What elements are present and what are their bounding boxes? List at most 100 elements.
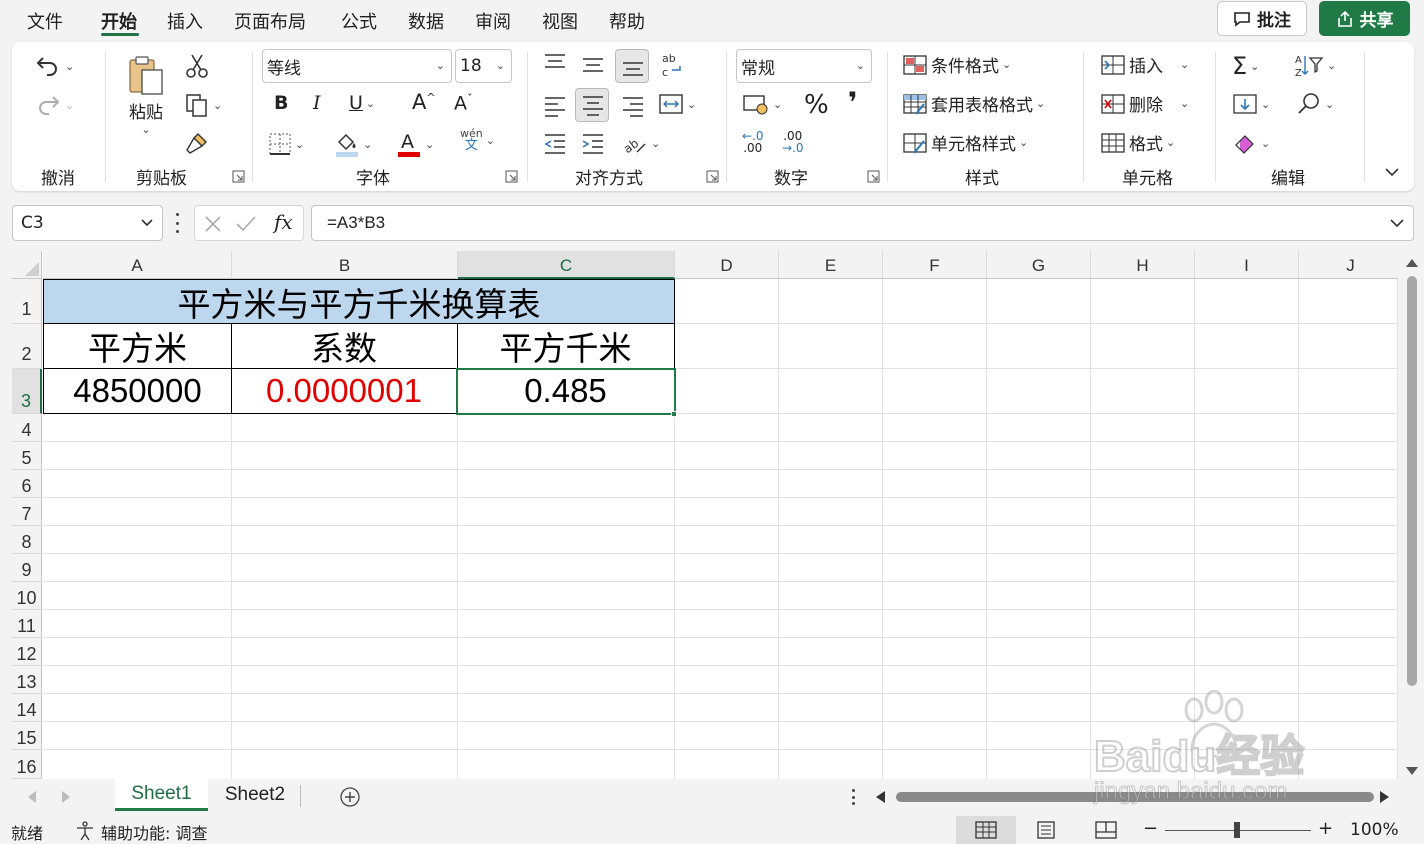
- row-header-7[interactable]: 7: [12, 498, 42, 526]
- insert-cells-button[interactable]: 插入 ⌄: [1100, 52, 1189, 77]
- font-name-select[interactable]: 等线 ⌄: [262, 49, 452, 83]
- row-header-11[interactable]: 11: [12, 610, 42, 638]
- scroll-left-icon[interactable]: [876, 791, 885, 803]
- page-break-view-icon[interactable]: [1095, 821, 1117, 839]
- table-title-cell[interactable]: 平方米与平方千米换算表: [43, 279, 675, 324]
- accounting-format-button[interactable]: ⌄: [742, 92, 782, 116]
- column-header-f[interactable]: F: [883, 251, 987, 279]
- find-select-button[interactable]: ⌄: [1296, 92, 1334, 116]
- increase-decimal-button[interactable]: ←.0 .00: [742, 130, 764, 154]
- sheet-tab-sheet1[interactable]: Sheet1: [115, 779, 208, 811]
- next-sheet-icon[interactable]: [62, 791, 70, 803]
- row-header-6[interactable]: 6: [12, 470, 42, 498]
- redo-button[interactable]: ⌄: [34, 91, 74, 119]
- dialog-launcher-icon[interactable]: [706, 170, 719, 183]
- confirm-icon[interactable]: [235, 214, 257, 234]
- zoom-slider-thumb[interactable]: [1234, 822, 1240, 838]
- paste-button[interactable]: 粘贴 ⌄: [124, 54, 168, 136]
- share-button[interactable]: 共享: [1319, 1, 1410, 36]
- worksheet-grid[interactable]: A B C D E F G H I J 1 2 3 4 5 6 7 8 9 10…: [12, 251, 1398, 779]
- dialog-launcher-icon[interactable]: [232, 170, 245, 183]
- align-right-icon[interactable]: [620, 94, 646, 118]
- orientation-button[interactable]: ab ⌄: [622, 130, 660, 156]
- align-left-icon[interactable]: [542, 94, 568, 118]
- align-bottom-button[interactable]: [615, 49, 649, 83]
- row-header-8[interactable]: 8: [12, 526, 42, 554]
- dialog-launcher-icon[interactable]: [505, 170, 518, 183]
- zoom-in-button[interactable]: +: [1318, 818, 1333, 839]
- vertical-scrollbar[interactable]: [1400, 251, 1424, 779]
- formula-input[interactable]: =A3*B3: [311, 205, 1414, 241]
- italic-button[interactable]: I: [313, 92, 321, 114]
- select-all-corner[interactable]: [12, 251, 42, 279]
- name-box[interactable]: C3: [12, 205, 163, 241]
- underline-button[interactable]: U ⌄: [349, 92, 375, 114]
- tab-page-layout[interactable]: 页面布局: [234, 8, 306, 34]
- tab-view[interactable]: 视图: [542, 8, 578, 34]
- row-header-14[interactable]: 14: [12, 694, 42, 722]
- fill-handle[interactable]: [671, 411, 677, 417]
- column-header-a[interactable]: A: [43, 251, 232, 279]
- copy-button[interactable]: ⌄: [184, 92, 222, 118]
- conditional-format-button[interactable]: 条件格式 ⌄: [902, 52, 1011, 77]
- tab-help[interactable]: 帮助: [609, 8, 645, 34]
- column-header-d[interactable]: D: [675, 251, 779, 279]
- sheet-tab-sheet2[interactable]: Sheet2: [210, 779, 300, 811]
- cancel-icon[interactable]: [203, 214, 223, 234]
- column-header-j[interactable]: J: [1299, 251, 1398, 279]
- merge-center-button[interactable]: ⌄: [658, 92, 696, 116]
- tab-formulas[interactable]: 公式: [341, 8, 377, 34]
- horizontal-scroll-thumb[interactable]: [896, 792, 1374, 802]
- sort-filter-button[interactable]: AZ ⌄: [1294, 52, 1336, 78]
- value-cell-b3[interactable]: 0.0000001: [231, 368, 458, 414]
- expand-formula-icon[interactable]: [1389, 218, 1405, 228]
- percent-button[interactable]: %: [804, 90, 829, 120]
- tab-data[interactable]: 数据: [408, 8, 444, 34]
- row-header-2[interactable]: 2: [12, 324, 42, 369]
- clear-button[interactable]: ⌄: [1232, 130, 1270, 156]
- tab-review[interactable]: 审阅: [475, 8, 511, 34]
- decrease-font-button[interactable]: Aˇ: [454, 92, 473, 114]
- row-header-13[interactable]: 13: [12, 666, 42, 694]
- tab-home[interactable]: 开始: [101, 8, 137, 34]
- column-header-e[interactable]: E: [779, 251, 883, 279]
- scroll-right-icon[interactable]: [1380, 791, 1389, 803]
- increase-font-button[interactable]: A^: [412, 90, 436, 114]
- horizontal-scrollbar[interactable]: [872, 787, 1400, 807]
- comments-button[interactable]: 批注: [1217, 1, 1307, 36]
- accessibility-status[interactable]: 辅助功能: 调查: [101, 820, 207, 844]
- decrease-decimal-button[interactable]: .00 →.0: [782, 130, 804, 154]
- tab-split-grip-icon[interactable]: [852, 789, 856, 805]
- tab-insert[interactable]: 插入: [167, 8, 203, 34]
- row-header-1[interactable]: 1: [12, 279, 42, 324]
- number-format-select[interactable]: 常规 ⌄: [736, 49, 872, 83]
- delete-cells-button[interactable]: 删除 ⌄: [1100, 91, 1189, 116]
- scroll-down-icon[interactable]: [1406, 767, 1418, 775]
- format-painter-button[interactable]: [184, 130, 210, 156]
- row-header-3[interactable]: 3: [12, 369, 42, 414]
- format-as-table-button[interactable]: 套用表格格式 ⌄: [902, 91, 1045, 116]
- zoom-out-button[interactable]: −: [1143, 818, 1158, 839]
- dialog-launcher-icon[interactable]: [867, 170, 880, 183]
- fill-color-button[interactable]: ⌄: [334, 130, 372, 158]
- row-header-9[interactable]: 9: [12, 554, 42, 582]
- row-header-10[interactable]: 10: [12, 582, 42, 610]
- column-header-b[interactable]: B: [232, 251, 458, 279]
- normal-view-button[interactable]: [956, 816, 1016, 844]
- row-header-15[interactable]: 15: [12, 722, 42, 750]
- add-sheet-icon[interactable]: [339, 786, 361, 808]
- undo-button[interactable]: ⌄: [34, 52, 74, 80]
- row-header-5[interactable]: 5: [12, 442, 42, 470]
- column-header-h[interactable]: H: [1091, 251, 1195, 279]
- row-header-16[interactable]: 16: [12, 750, 42, 779]
- cell-styles-button[interactable]: 单元格样式 ⌄: [902, 130, 1028, 155]
- format-cells-button[interactable]: 格式 ⌄: [1100, 130, 1175, 155]
- formula-bar-grip-icon[interactable]: [174, 213, 180, 233]
- font-color-button[interactable]: A ⌄: [396, 130, 434, 158]
- fill-button[interactable]: ⌄: [1232, 92, 1270, 116]
- insert-function-button[interactable]: fx: [274, 210, 293, 234]
- vertical-scroll-thumb[interactable]: [1407, 276, 1417, 686]
- header-cell-c2[interactable]: 平方千米: [457, 323, 675, 369]
- align-center-button[interactable]: [575, 88, 609, 122]
- page-layout-view-icon[interactable]: [1035, 821, 1057, 839]
